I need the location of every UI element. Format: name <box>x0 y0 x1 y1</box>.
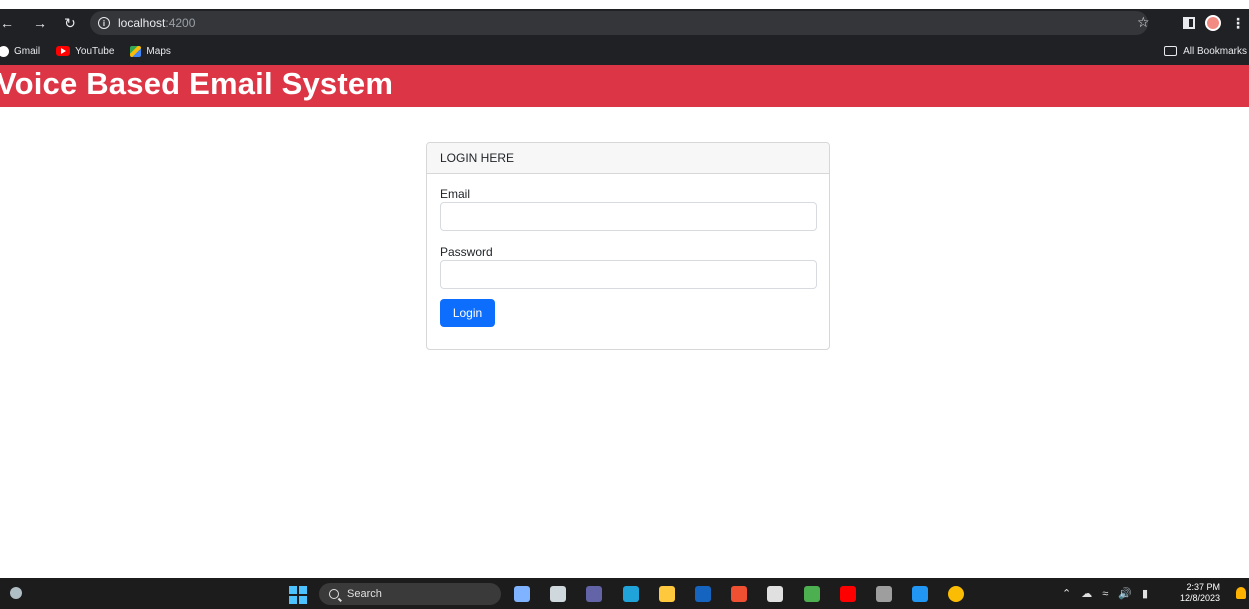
password-field[interactable] <box>440 260 817 289</box>
gmail-icon <box>0 45 9 57</box>
onedrive-icon[interactable]: ☁ <box>1081 587 1092 600</box>
login-card: LOGIN HERE Email Password Login <box>426 142 830 350</box>
system-tray: ⌃ ☁ ≈ 🔊 ▮ <box>1062 578 1148 609</box>
clock[interactable]: 2:37 PM 12/8/2023 <box>1180 582 1220 604</box>
clock-date: 12/8/2023 <box>1180 593 1221 603</box>
url-text[interactable]: localhost:4200 <box>118 16 195 30</box>
profile-avatar-icon[interactable] <box>1205 15 1221 31</box>
maps-icon <box>130 45 142 57</box>
top-strip <box>0 0 1249 9</box>
app-header: Voice Based Email System <box>0 65 1249 107</box>
weather-icon[interactable] <box>10 587 22 599</box>
terminal-icon[interactable] <box>876 586 892 602</box>
chevron-up-icon[interactable]: ⌃ <box>1062 587 1071 600</box>
all-bookmarks[interactable]: All Bookmarks <box>1164 46 1249 57</box>
git-icon[interactable] <box>731 586 747 602</box>
login-card-header: LOGIN HERE <box>427 143 829 174</box>
copilot-icon[interactable] <box>514 586 530 602</box>
vscode-icon[interactable] <box>912 586 928 602</box>
bookmark-label: YouTube <box>75 45 115 57</box>
app-green-icon[interactable] <box>804 586 820 602</box>
bookmarks-bar: Gmail YouTube Maps All Bookmarks <box>0 37 1249 65</box>
screen: ← → ↻ i localhost:4200 ☆ ⋮ Gmail YouTube… <box>0 0 1249 609</box>
forward-arrow-icon[interactable]: → <box>28 15 52 31</box>
taskbar-search-label: Search <box>347 588 382 600</box>
taskbar: Search ⌃ ☁ ≈ 🔊 ▮ 2:37 PM 12/8/2023 <box>0 578 1249 609</box>
app-title: Voice Based Email System <box>0 66 394 101</box>
youtube-icon <box>56 46 71 56</box>
l-app-icon[interactable] <box>695 586 711 602</box>
browser-toolbar: ← → ↻ i localhost:4200 ☆ ⋮ <box>0 9 1249 37</box>
email-field[interactable] <box>440 202 817 231</box>
url-port: :4200 <box>165 16 196 30</box>
start-menu-icon[interactable] <box>289 586 307 604</box>
reload-icon[interactable]: ↻ <box>58 15 82 32</box>
chrome-icon[interactable] <box>948 586 964 602</box>
wifi-icon[interactable]: ≈ <box>1102 588 1108 600</box>
email-label: Email <box>440 187 471 201</box>
bookmark-label: Gmail <box>14 45 41 57</box>
file-explorer-icon[interactable] <box>659 586 675 602</box>
bookmark-label: Maps <box>146 45 171 57</box>
folder-icon <box>1164 46 1178 56</box>
bookmark-star-icon[interactable]: ☆ <box>1137 14 1150 31</box>
toolbar-right: ⋮ <box>1183 9 1249 37</box>
back-arrow-icon[interactable]: ← <box>0 15 14 31</box>
password-label: Password <box>440 245 493 259</box>
site-info-icon[interactable]: i <box>98 17 110 29</box>
clock-time: 2:37 PM <box>1186 582 1221 592</box>
edge-icon[interactable] <box>623 586 639 602</box>
calculator-icon[interactable] <box>767 586 783 602</box>
bookmark-maps[interactable]: Maps <box>130 45 171 57</box>
youtube-app-icon[interactable] <box>840 586 856 602</box>
volume-icon[interactable]: 🔊 <box>1118 587 1132 600</box>
teams-icon[interactable] <box>586 586 602 602</box>
search-icon <box>329 589 339 599</box>
all-bookmarks-label: All Bookmarks <box>1183 45 1247 57</box>
notification-bell-icon[interactable] <box>1236 587 1246 599</box>
kebab-menu-icon[interactable]: ⋮ <box>1231 15 1245 32</box>
side-panel-icon[interactable] <box>1183 17 1195 29</box>
task-view-icon[interactable] <box>550 586 566 602</box>
address-bar[interactable]: i localhost:4200 <box>90 11 1148 35</box>
taskbar-search[interactable]: Search <box>319 583 501 605</box>
bookmark-gmail[interactable]: Gmail <box>0 45 41 57</box>
bookmark-youtube[interactable]: YouTube <box>56 46 114 57</box>
login-button[interactable]: Login <box>440 299 495 327</box>
url-host: localhost <box>118 16 166 30</box>
battery-icon[interactable]: ▮ <box>1142 587 1148 600</box>
